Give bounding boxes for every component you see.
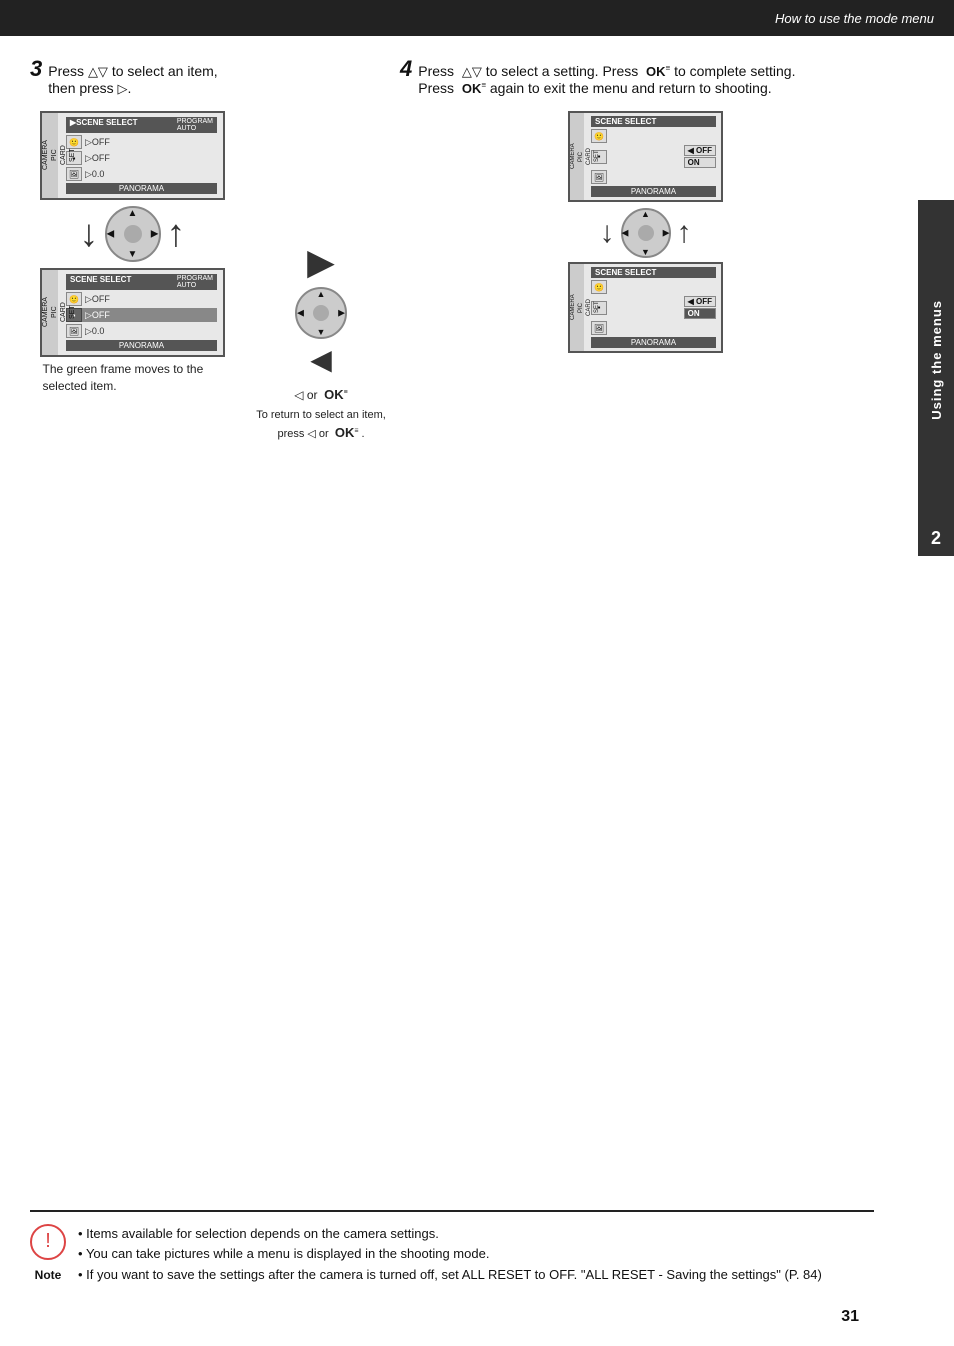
dpad2-section: ↓ ▲ ▼ ◀ ▶ ↑: [600, 208, 692, 258]
note-bullet-2: • You can take pictures while a menu is …: [78, 1244, 822, 1265]
up-arrow-1: ↑: [167, 215, 186, 253]
note-section: ! Note • Items available for selection d…: [30, 1210, 874, 1286]
screen4-row3: 🖼: [591, 321, 716, 335]
note-bullet-3: • If you want to save the settings after…: [78, 1265, 822, 1286]
screen4-panorama: PANORAMA: [591, 337, 716, 348]
step4-number: 4: [400, 56, 412, 82]
caption-green-frame: The green frame moves to the selected it…: [43, 361, 223, 395]
down-arrow-1: ↓: [80, 215, 99, 253]
screen1-title: ▶SCENE SELECT PROGRAMAUTO: [66, 117, 217, 133]
step3-section: 3 Press △▽ to select an item,then press …: [30, 56, 370, 101]
step4-text: Press △▽ to select a setting. Press OK≡ …: [418, 63, 795, 96]
note-bullet-1: • Items available for selection depends …: [78, 1224, 822, 1245]
screen2-title: SCENE SELECT PROGRAMAUTO: [66, 274, 217, 290]
note-label: Note: [35, 1268, 62, 1282]
screen3-row1: 🙂: [591, 129, 716, 143]
side-tab-number: 2: [918, 520, 954, 556]
dpad1-section: ↓ ▲ ▼ ◀ ▶ ↑: [80, 206, 186, 262]
main-content: 3 Press △▽ to select an item,then press …: [0, 36, 914, 1346]
screen4-left-strip: CAMERAPICCARDSET: [570, 264, 584, 351]
screen1-row3: 🖼 ▷0.0: [66, 167, 217, 181]
screen3-title: SCENE SELECT: [591, 116, 716, 127]
screen3-row2: ▪ ◀ OFF ON: [591, 145, 716, 168]
step3-number: 3: [30, 56, 42, 82]
note-warning-icon: !: [30, 1224, 66, 1260]
screen1-row2: ▪ ▷OFF: [66, 151, 217, 165]
screen2-row1: 🙂 ▷OFF: [66, 292, 217, 306]
left-diagram: CAMERAPICCARDSET ▶SCENE SELECT PROGRAMAU…: [30, 111, 235, 395]
right-diagram: CAMERAPICCARDSET SCENE SELECT 🙂 ▪ ◀ OFF …: [407, 111, 884, 353]
step4-section: 4 Press △▽ to select a setting. Press OK…: [400, 56, 884, 101]
side-tab-text: Using the menus: [929, 300, 944, 420]
note-content: • Items available for selection depends …: [78, 1224, 822, 1286]
camera-screen-2: CAMERAPICCARDSET SCENE SELECT PROGRAMAUT…: [40, 268, 225, 357]
camera-screen-4: CAMERAPICCARDSET SCENE SELECT 🙂 ▪ ◀ OFF …: [568, 262, 723, 353]
step3-header: 3 Press △▽ to select an item,then press …: [30, 56, 370, 97]
page-number: 31: [841, 1308, 859, 1326]
screen2-row3: 🖼 ▷0.0: [66, 324, 217, 338]
camera-screen-1: CAMERAPICCARDSET ▶SCENE SELECT PROGRAMAU…: [40, 111, 225, 200]
down-arrow-2: ↓: [600, 216, 615, 250]
note-icon-area: ! Note: [30, 1224, 66, 1282]
side-tab: Using the menus: [918, 200, 954, 520]
screen3-row3: 🖼: [591, 170, 716, 184]
screen3-left-strip: CAMERAPICCARDSET: [570, 113, 584, 200]
screen1-left-strip: CAMERAPICCARDSET: [42, 113, 58, 198]
screen1-panorama: PANORAMA: [66, 183, 217, 194]
screen2-row2-selected: ▪ ▷OFF: [66, 308, 217, 322]
screen1-row1: 🙂 ▷OFF: [66, 135, 217, 149]
screen4-row1: 🙂: [591, 280, 716, 294]
page-header: How to use the mode menu: [0, 0, 954, 36]
step3-text: Press △▽ to select an item,then press ▷.: [48, 63, 217, 97]
screen3-panorama: PANORAMA: [591, 186, 716, 197]
right-arrow-big: ▶: [307, 241, 335, 283]
step4-header: 4 Press △▽ to select a setting. Press OK…: [400, 56, 884, 96]
header-title: How to use the mode menu: [775, 11, 934, 26]
screen4-title: SCENE SELECT: [591, 267, 716, 278]
screen2-panorama: PANORAMA: [66, 340, 217, 351]
left-arrow-mid: ◀: [310, 343, 332, 376]
up-arrow-2: ↑: [677, 216, 692, 250]
screen4-row2: ▪ ◀ OFF ON: [591, 296, 716, 319]
caption-return-label: ◁ or OK≡ To return to select an item, pr…: [251, 386, 391, 442]
camera-screen-3: CAMERAPICCARDSET SCENE SELECT 🙂 ▪ ◀ OFF …: [568, 111, 723, 202]
mid-diagram: ▶ ▲ ▼ ◀ ▶ ◀ ◁ or OK≡ To return to select…: [251, 111, 391, 442]
screen2-left-strip: CAMERAPICCARDSET: [42, 270, 58, 355]
